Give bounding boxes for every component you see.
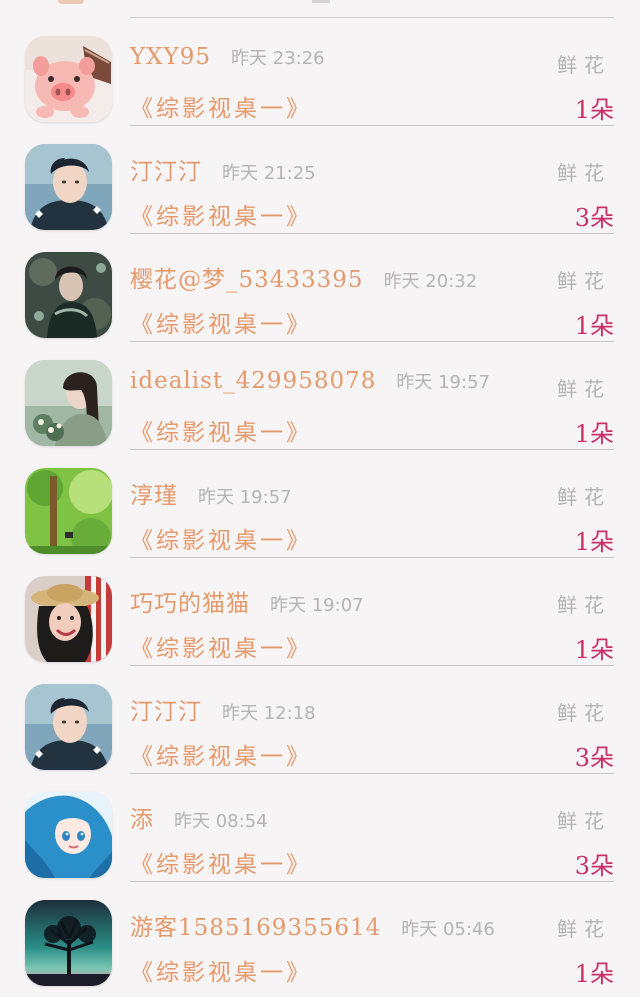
gift-count: 1朵 [574, 420, 614, 448]
timestamp: 昨天 21:25 [222, 163, 316, 184]
name-line: 游客1585169355614 昨天 05:46 [130, 908, 495, 942]
avatar-fragment [58, 0, 84, 4]
anime-girl-avatar[interactable] [25, 792, 112, 878]
work-title[interactable]: 《综影视桌一》 [130, 845, 312, 879]
timestamp: 昨天 20:32 [383, 271, 478, 292]
pig-avatar-image [25, 36, 112, 122]
name-line: 添 昨天 08:54 [130, 800, 268, 834]
tree-sunset-avatar[interactable] [25, 900, 112, 986]
timestamp: 昨天 08:54 [174, 811, 268, 832]
user-name[interactable]: 汀汀汀 [130, 692, 202, 726]
user-name[interactable]: 游客1585169355614 [130, 908, 381, 942]
anime-girl-avatar-image [25, 792, 112, 878]
list-item[interactable]: 游客1585169355614 昨天 05:46 《综影视桌一》 鲜花 1朵 [0, 882, 640, 990]
work-title[interactable]: 《综影视桌一》 [130, 413, 312, 447]
pig-avatar[interactable] [25, 36, 112, 122]
gift-count: 3朵 [574, 744, 614, 772]
name-line: 樱花@梦_53433395 昨天 20:32 [130, 260, 477, 294]
gift-list: YXY95 昨天 23:26 《综影视桌一》 鲜花 1朵 汀汀汀 昨天 21:2… [0, 18, 640, 990]
previous-row-fragment [0, 0, 640, 18]
name-line: 汀汀汀 昨天 12:18 [130, 692, 316, 726]
user-name[interactable]: 樱花@梦_53433395 [130, 260, 364, 294]
work-title[interactable]: 《综影视桌一》 [130, 521, 312, 555]
gift-type: 鲜花 [557, 269, 611, 293]
gift-type: 鲜花 [557, 53, 611, 77]
timestamp: 昨天 23:26 [231, 48, 325, 69]
list-item[interactable]: 添 昨天 08:54 《综影视桌一》 鲜花 3朵 [0, 774, 640, 882]
user-name[interactable]: 汀汀汀 [130, 152, 202, 186]
work-title[interactable]: 《综影视桌一》 [130, 629, 312, 663]
gift-type: 鲜花 [557, 701, 611, 725]
timestamp: 昨天 19:07 [270, 595, 364, 616]
work-title[interactable]: 《综影视桌一》 [130, 197, 312, 231]
girl-flowers-avatar[interactable] [25, 360, 112, 446]
gift-count: 1朵 [574, 96, 614, 124]
tree-sunset-avatar-image [25, 900, 112, 986]
gift-type: 鲜花 [557, 593, 611, 617]
name-line: 淳瑾 昨天 19:57 [130, 476, 292, 510]
young-man-avatar[interactable] [25, 144, 112, 230]
user-name[interactable]: idealist_429958078 [130, 368, 376, 394]
gift-type: 鲜花 [557, 917, 611, 941]
green-forest-avatar-image [25, 468, 112, 554]
young-man-avatar-image [25, 144, 112, 230]
young-man-avatar-image [25, 684, 112, 770]
young-man-avatar[interactable] [25, 684, 112, 770]
gift-count: 3朵 [574, 852, 614, 880]
gift-type: 鲜花 [557, 377, 611, 401]
timestamp: 昨天 12:18 [222, 703, 316, 724]
timestamp: 昨天 05:46 [401, 919, 495, 940]
gift-count: 1朵 [574, 960, 614, 988]
list-item[interactable]: 汀汀汀 昨天 12:18 《综影视桌一》 鲜花 3朵 [0, 666, 640, 774]
gift-type: 鲜花 [557, 485, 611, 509]
list-item[interactable]: 汀汀汀 昨天 21:25 《综影视桌一》 鲜花 3朵 [0, 126, 640, 234]
user-name[interactable]: 巧巧的猫猫 [130, 584, 250, 618]
name-line: idealist_429958078 昨天 19:57 [130, 368, 490, 394]
gift-type: 鲜花 [557, 161, 611, 185]
work-title[interactable]: 《综影视桌一》 [130, 305, 312, 339]
text-fragment [312, 0, 330, 3]
woman-hat-avatar-image [25, 576, 112, 662]
user-name[interactable]: 添 [130, 800, 154, 834]
list-item[interactable]: 巧巧的猫猫 昨天 19:07 《综影视桌一》 鲜花 1朵 [0, 558, 640, 666]
list-item[interactable]: 樱花@梦_53433395 昨天 20:32 《综影视桌一》 鲜花 1朵 [0, 234, 640, 342]
costume-avatar[interactable] [25, 252, 112, 338]
user-name[interactable]: 淳瑾 [130, 476, 178, 510]
green-forest-avatar[interactable] [25, 468, 112, 554]
work-title[interactable]: 《综影视桌一》 [130, 89, 312, 123]
list-item[interactable]: idealist_429958078 昨天 19:57 《综影视桌一》 鲜花 1… [0, 342, 640, 450]
name-line: 巧巧的猫猫 昨天 19:07 [130, 584, 364, 618]
work-title[interactable]: 《综影视桌一》 [130, 953, 312, 987]
user-name[interactable]: YXY95 [130, 44, 211, 70]
woman-hat-avatar[interactable] [25, 576, 112, 662]
list-item[interactable]: YXY95 昨天 23:26 《综影视桌一》 鲜花 1朵 [0, 18, 640, 126]
gift-type: 鲜花 [557, 809, 611, 833]
costume-avatar-image [25, 252, 112, 338]
list-item[interactable]: 淳瑾 昨天 19:57 《综影视桌一》 鲜花 1朵 [0, 450, 640, 558]
gift-count: 1朵 [574, 636, 614, 664]
work-title[interactable]: 《综影视桌一》 [130, 737, 312, 771]
name-line: YXY95 昨天 23:26 [130, 44, 325, 70]
gift-count: 3朵 [574, 204, 614, 232]
timestamp: 昨天 19:57 [396, 372, 490, 393]
gift-count: 1朵 [574, 312, 614, 340]
gift-count: 1朵 [574, 528, 614, 556]
girl-flowers-avatar-image [25, 360, 112, 446]
name-line: 汀汀汀 昨天 21:25 [130, 152, 316, 186]
timestamp: 昨天 19:57 [198, 487, 292, 508]
